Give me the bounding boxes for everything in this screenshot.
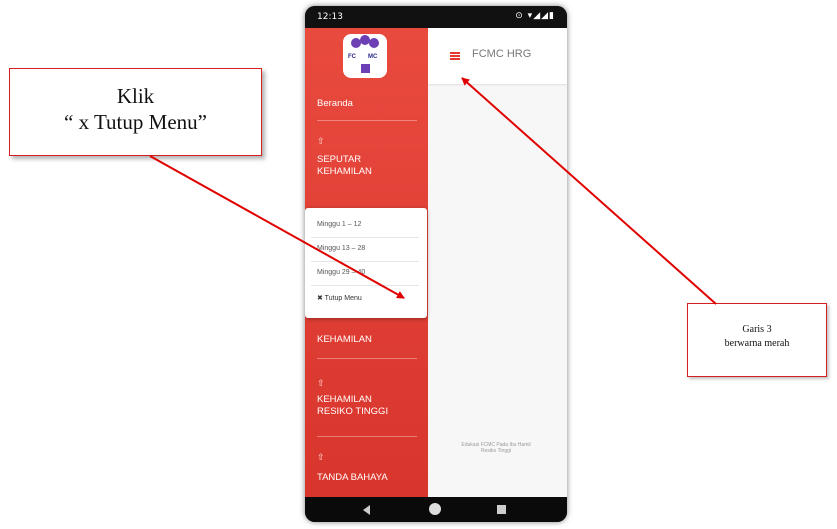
submenu-popup: Minggu 1 – 12 Minggu 13 – 28 Minggu 29 –… <box>305 208 427 318</box>
callout-right-line1: Garis 3 <box>742 324 772 335</box>
app-logo: FC MC <box>343 34 387 78</box>
app-screen: FCMC HRG Edukasi FCMC Pada Ibu Hamil Res… <box>305 28 567 497</box>
drawer-item-kehamilan[interactable]: KEHAMILAN <box>317 334 372 346</box>
submenu-item-minggu-29-40[interactable]: Minggu 29 – 40 <box>317 269 365 276</box>
arrow-up-icon: ⇧ <box>317 378 325 388</box>
submenu-item-minggu-13-28[interactable]: Minggu 13 – 28 <box>317 245 365 252</box>
close-menu-button[interactable]: ✖ Tutup Menu <box>317 294 362 302</box>
home-icon[interactable] <box>429 503 441 515</box>
footer-text: Edukasi FCMC Pada Ibu Hamil Resiko Tingg… <box>461 442 531 454</box>
submenu-item-minggu-1-12[interactable]: Minggu 1 – 12 <box>317 221 361 228</box>
drawer-item-kehamilan-resiko-tinggi[interactable]: KEHAMILAN RESIKO TINGGI <box>317 394 388 418</box>
android-nav-bar <box>305 497 567 522</box>
drawer-item-tanda-bahaya[interactable]: TANDA BAHAYA <box>317 472 388 484</box>
callout-left: Klik “ x Tutup Menu” <box>9 68 262 156</box>
arrow-up-icon: ⇧ <box>317 136 325 146</box>
arrow-up-icon: ⇧ <box>317 452 325 462</box>
status-icons: ⊙ ▾◢◢▮ <box>515 11 555 21</box>
logo-text-left: FC <box>348 54 356 60</box>
status-time: 12:13 <box>317 12 343 22</box>
callout-right-line2: berwarna merah <box>724 338 790 349</box>
drawer-item-seputar-kehamilan[interactable]: SEPUTAR KEHAMILAN <box>317 154 372 178</box>
navigation-drawer: FC MC Beranda ⇧ SEPUTAR KEHAMILAN KEHAMI… <box>305 28 428 497</box>
hamburger-menu-icon[interactable] <box>450 52 460 60</box>
logo-text-right: MC <box>368 54 378 60</box>
back-icon[interactable] <box>363 505 370 515</box>
callout-right: Garis 3 berwarna merah <box>687 303 827 377</box>
drawer-item-beranda[interactable]: Beranda <box>317 98 353 110</box>
main-content: FCMC HRG Edukasi FCMC Pada Ibu Hamil Res… <box>428 28 567 497</box>
callout-left-line1: Klik <box>116 84 155 108</box>
callout-left-line2: “ x Tutup Menu” <box>64 110 207 134</box>
status-bar: 12:13 ⊙ ▾◢◢▮ <box>305 6 567 28</box>
app-bar: FCMC HRG <box>428 28 567 84</box>
recent-apps-icon[interactable] <box>497 505 506 514</box>
phone-frame: 12:13 ⊙ ▾◢◢▮ FCMC HRG Edukasi FCMC Pada … <box>305 6 567 522</box>
app-title: FCMC HRG <box>472 48 532 60</box>
